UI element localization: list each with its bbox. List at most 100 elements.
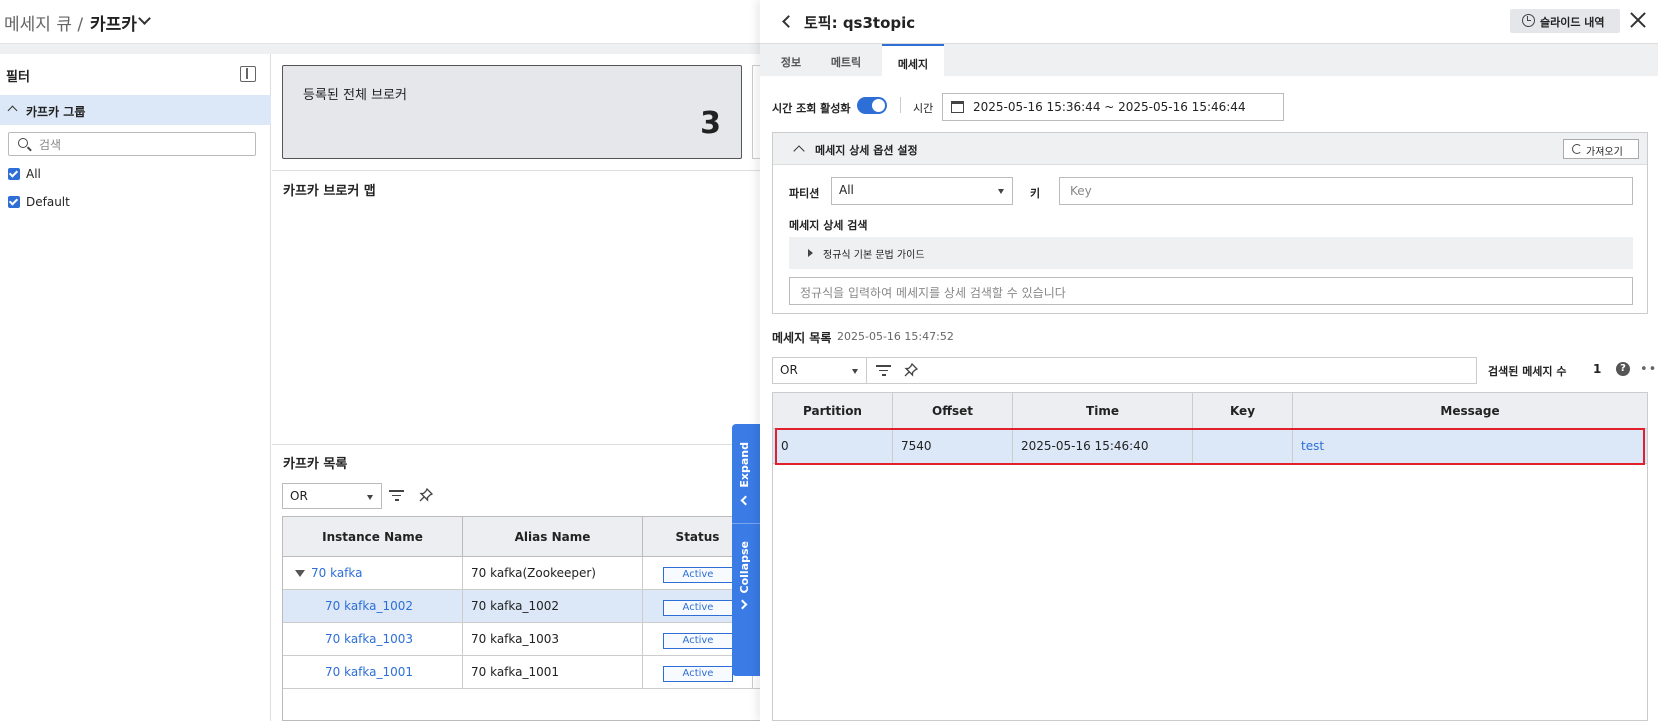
group-label: 카프카 그룹 (26, 105, 86, 119)
options-header[interactable]: 메세지 상세 옵션 설정 가져오기 (773, 133, 1647, 165)
table-row[interactable]: 70 kafka_1001 70 kafka_1001 Active (283, 656, 763, 689)
message-table: Partition Offset Time Key Message 0 7540… (772, 392, 1648, 721)
sidebar-collapse-icon[interactable] (240, 66, 256, 82)
filter-icon[interactable] (876, 365, 891, 376)
message-filter-mode-value: OR (780, 363, 798, 377)
column-header-key[interactable]: Key (1193, 393, 1293, 429)
time-toggle-label: 시간 조회 활성화 (772, 102, 851, 115)
tab-messages[interactable]: 메세지 (882, 44, 944, 76)
group-header[interactable]: 카프카 그룹 (0, 95, 271, 125)
header-divider (0, 44, 760, 54)
kafka-table: Instance Name Alias Name Status 70 kafka… (282, 516, 763, 721)
tab-metrics[interactable]: 메트릭 (818, 44, 874, 76)
table-row[interactable]: 70 kafka_1003 70 kafka_1003 Active (283, 623, 763, 656)
chevron-up-icon[interactable] (793, 145, 805, 157)
page-title[interactable]: 카프카 (90, 10, 137, 35)
status-badge: Active (663, 633, 733, 649)
column-header-alias[interactable]: Alias Name (463, 517, 643, 557)
pin-icon[interactable] (904, 362, 919, 377)
chevron-up-icon[interactable] (7, 105, 18, 116)
checkbox-label-default: Default (26, 195, 70, 209)
column-header-message[interactable]: Message (1293, 393, 1647, 429)
close-icon[interactable] (1630, 12, 1646, 28)
clock-icon (1522, 14, 1535, 27)
alias-cell: 70 kafka(Zookeeper) (463, 557, 643, 590)
chevron-down-icon[interactable] (138, 12, 151, 25)
key-label: 키 (1030, 187, 1041, 200)
refresh-icon (1572, 144, 1582, 154)
column-header-offset[interactable]: Offset (893, 393, 1013, 429)
alias-cell: 70 kafka_1001 (463, 656, 643, 689)
fetch-button[interactable]: 가져오기 (1563, 139, 1639, 159)
pin-icon[interactable] (419, 487, 434, 502)
tab-info[interactable]: 정보 (770, 44, 812, 76)
history-button[interactable]: 슬라이드 내역 (1510, 9, 1620, 33)
regex-guide-toggle[interactable]: 정규식 기본 문법 가이드 (789, 237, 1633, 269)
panel-tabs: 정보 메트릭 메세지 (760, 44, 1658, 76)
calendar-icon (951, 101, 964, 113)
search-input[interactable]: 검색 (8, 132, 256, 156)
panel-toggle-tabs: Expand Collapse (732, 424, 760, 676)
collapse-label: Collapse (738, 541, 751, 594)
message-count-label: 검색된 메세지 수 (1488, 365, 1567, 378)
status-badge: Active (663, 600, 733, 616)
filter-icon[interactable] (389, 490, 404, 501)
column-header-time[interactable]: Time (1013, 393, 1193, 429)
alias-cell: 70 kafka_1002 (463, 590, 643, 623)
table-row[interactable]: 70 kafka 70 kafka(Zookeeper) Active (283, 557, 763, 590)
divider (900, 97, 901, 113)
top-header: 메세지 큐 / 카프카 (0, 0, 760, 44)
key-input[interactable]: Key (1059, 177, 1633, 205)
alias-cell: 70 kafka_1003 (463, 623, 643, 656)
search-icon (18, 138, 28, 148)
divider (272, 170, 760, 171)
checkbox-all[interactable] (8, 168, 20, 180)
expand-tab[interactable]: Expand (732, 424, 760, 524)
collapse-tab[interactable]: Collapse (732, 525, 760, 675)
broker-count-card[interactable]: 등록된 전체 브로커 3 (282, 65, 742, 159)
message-filter-mode-select[interactable]: OR (773, 358, 867, 383)
partition-label: 파티션 (789, 187, 820, 200)
message-list-title: 메세지 목록 (772, 331, 832, 345)
kafka-list-title: 카프카 목록 (283, 457, 348, 472)
regex-input[interactable]: 정규식을 입력하여 메세지를 상세 검색할 수 있습니다 (789, 277, 1633, 305)
filter-mode-select[interactable]: OR (282, 483, 382, 509)
instance-link[interactable]: 70 kafka_1002 (325, 599, 413, 613)
message-list-timestamp: 2025-05-16 15:47:52 (837, 330, 954, 343)
sidebar-title: 필터 (6, 70, 30, 85)
column-header-partition[interactable]: Partition (773, 393, 893, 429)
back-icon[interactable] (782, 15, 795, 28)
panel-header: 토픽: qs3topic 슬라이드 내역 (760, 0, 1658, 44)
broker-map-title: 카프카 브로커 맵 (283, 184, 376, 199)
card-value: 3 (700, 106, 721, 141)
more-options-icon[interactable]: ••• (1640, 362, 1658, 377)
time-toggle[interactable] (857, 97, 887, 114)
checkbox-label-all: All (26, 167, 41, 181)
options-title: 메세지 상세 옵션 설정 (815, 144, 918, 157)
dropdown-arrow-icon (852, 369, 858, 374)
time-range-picker[interactable]: 2025-05-16 15:36:44 ~ 2025-05-16 15:46:4… (942, 93, 1284, 121)
partition-select[interactable]: All (831, 177, 1013, 205)
caret-right-icon (808, 249, 813, 257)
instance-link[interactable]: 70 kafka_1003 (325, 632, 413, 646)
help-icon[interactable]: ? (1616, 362, 1630, 376)
time-range-value: 2025-05-16 15:36:44 ~ 2025-05-16 15:46:4… (973, 100, 1246, 114)
chevron-right-icon (737, 599, 748, 610)
column-header-instance[interactable]: Instance Name (283, 517, 463, 557)
history-label: 슬라이드 내역 (1540, 16, 1605, 29)
table-row[interactable]: 70 kafka_1002 70 kafka_1002 Active (283, 590, 763, 623)
card-label: 등록된 전체 브로커 (303, 88, 407, 103)
key-placeholder: Key (1070, 184, 1092, 198)
breadcrumb[interactable]: 메세지 큐 / (4, 10, 83, 35)
time-label: 시간 (913, 102, 934, 115)
checkbox-default[interactable] (8, 196, 20, 208)
filter-mode-value: OR (290, 489, 308, 503)
status-badge: Active (663, 666, 733, 682)
instance-link[interactable]: 70 kafka (311, 566, 363, 580)
dropdown-arrow-icon (367, 495, 373, 500)
expand-caret-icon[interactable] (295, 570, 305, 577)
instance-link[interactable]: 70 kafka_1001 (325, 665, 413, 679)
partition-value: All (839, 183, 854, 197)
regex-placeholder: 정규식을 입력하여 메세지를 상세 검색할 수 있습니다 (800, 286, 1066, 300)
filter-sidebar: 필터 카프카 그룹 검색 All Default (0, 54, 271, 721)
